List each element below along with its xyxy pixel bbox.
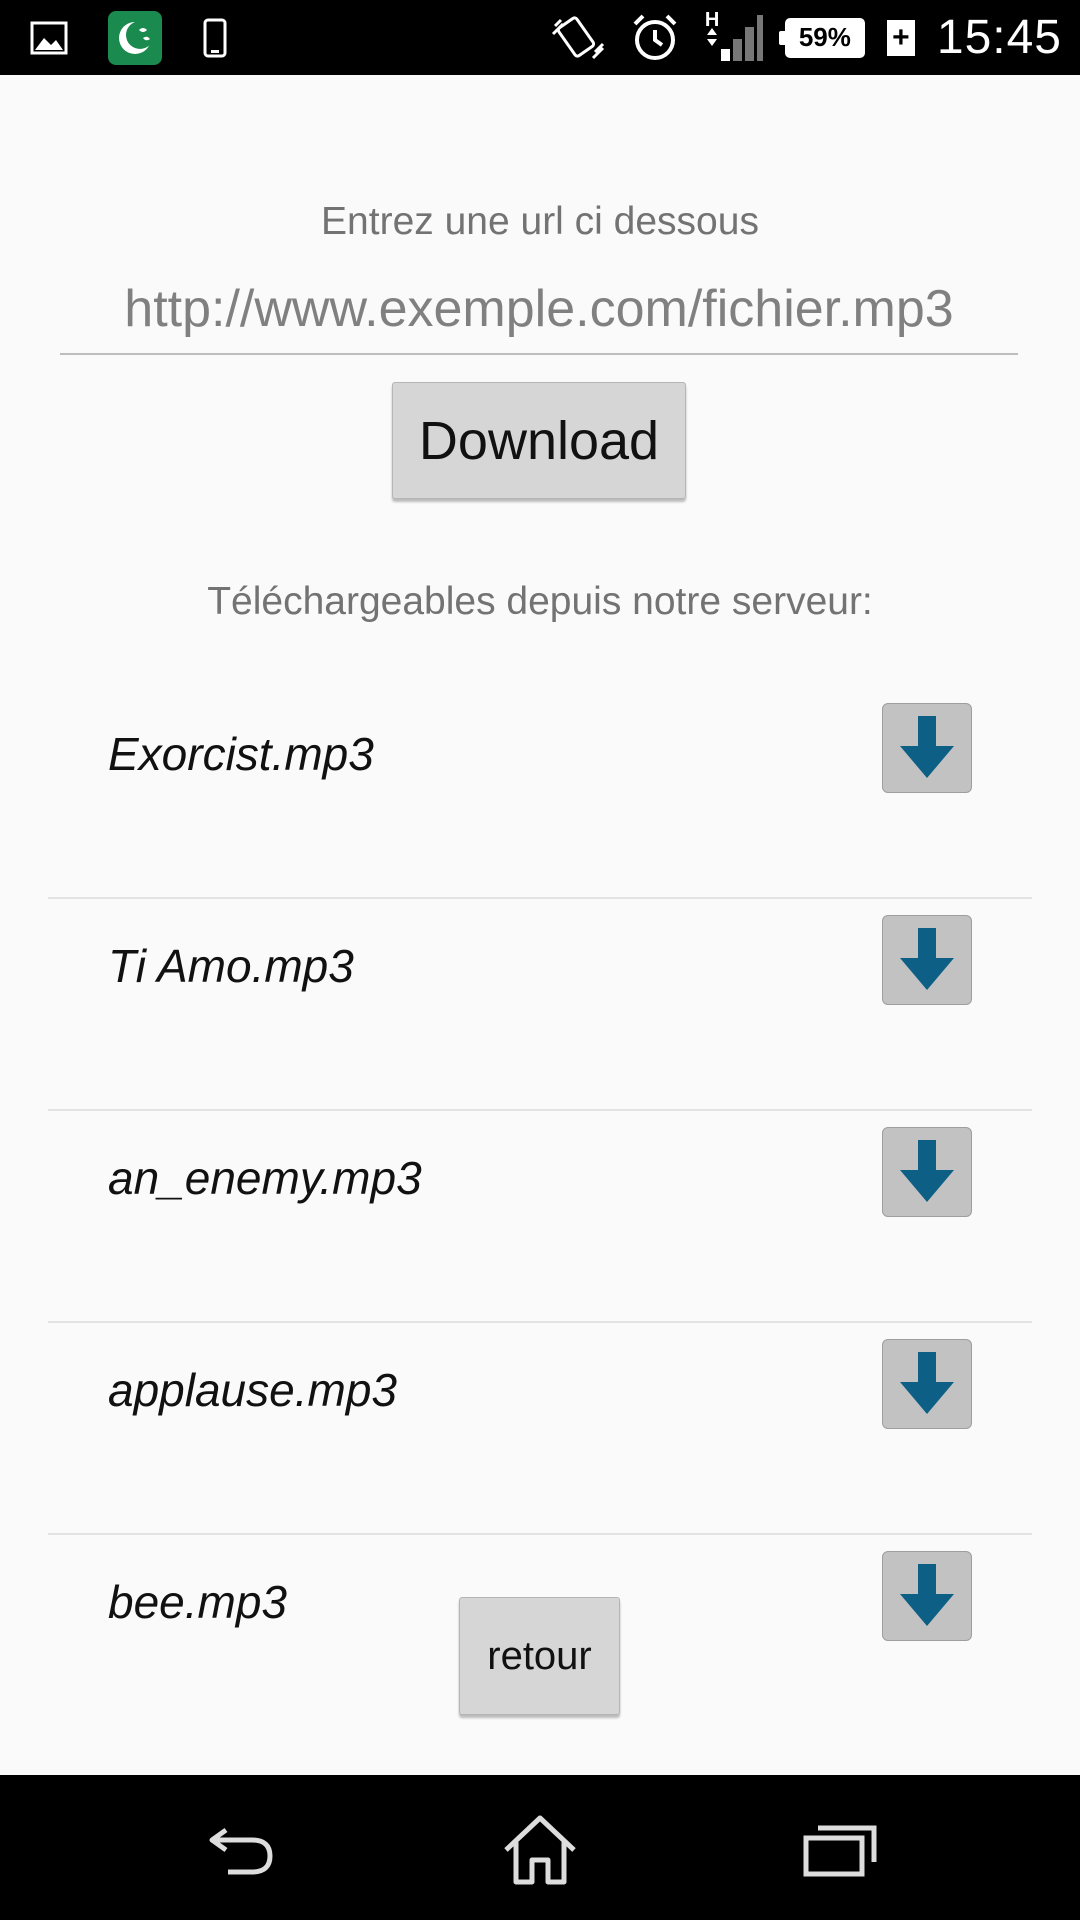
home-icon[interactable] bbox=[495, 1805, 585, 1895]
back-icon[interactable] bbox=[195, 1805, 285, 1895]
list-item: an_enemy.mp3 bbox=[48, 1111, 1032, 1323]
phone-icon bbox=[202, 18, 228, 58]
download-button[interactable]: Download bbox=[392, 382, 686, 499]
navigation-bar bbox=[0, 1775, 1080, 1920]
download-file-button[interactable] bbox=[882, 703, 972, 793]
file-name: applause.mp3 bbox=[108, 1364, 397, 1416]
download-file-button[interactable] bbox=[882, 1127, 972, 1217]
server-file-list[interactable]: Exorcist.mp3 Ti Amo.mp3 an_enemy.mp3 app… bbox=[48, 687, 1032, 1657]
alarm-icon bbox=[629, 12, 681, 64]
server-section-label: Téléchargeables depuis notre serveur: bbox=[207, 580, 873, 623]
clock: 15:45 bbox=[936, 11, 1062, 64]
file-name: an_enemy.mp3 bbox=[108, 1152, 422, 1204]
image-icon bbox=[30, 21, 68, 55]
url-input[interactable] bbox=[60, 265, 1018, 355]
download-arrow-icon bbox=[900, 1352, 954, 1414]
download-arrow-icon bbox=[900, 716, 954, 778]
list-item: applause.mp3 bbox=[48, 1323, 1032, 1535]
download-file-button[interactable] bbox=[882, 1551, 972, 1641]
back-button[interactable]: retour bbox=[459, 1597, 620, 1715]
download-file-button[interactable] bbox=[882, 915, 972, 1005]
download-arrow-icon bbox=[900, 1140, 954, 1202]
download-arrow-icon bbox=[900, 1564, 954, 1626]
battery-indicator: 59% bbox=[778, 17, 865, 58]
charging-icon: + bbox=[886, 19, 915, 56]
file-name: bee.mp3 bbox=[108, 1576, 288, 1628]
main-content: Entrez une url ci dessous Download Téléc… bbox=[0, 75, 1080, 1775]
url-prompt-label: Entrez une url ci dessous bbox=[321, 200, 759, 243]
status-bar: H 59% + 15:45 bbox=[0, 0, 1080, 75]
download-file-button[interactable] bbox=[882, 1339, 972, 1429]
list-item: Exorcist.mp3 bbox=[48, 687, 1032, 899]
recents-icon[interactable] bbox=[795, 1805, 885, 1895]
file-name: Exorcist.mp3 bbox=[108, 728, 374, 780]
download-arrow-icon bbox=[900, 928, 954, 990]
app-icon bbox=[108, 11, 162, 65]
vibrate-icon bbox=[551, 12, 607, 64]
list-item: Ti Amo.mp3 bbox=[48, 899, 1032, 1111]
file-name: Ti Amo.mp3 bbox=[108, 940, 354, 992]
notification-icons bbox=[30, 11, 228, 65]
network-type: H bbox=[704, 8, 720, 31]
signal-icon: H bbox=[703, 9, 763, 63]
system-indicators: H 59% + 15:45 bbox=[551, 0, 1062, 75]
